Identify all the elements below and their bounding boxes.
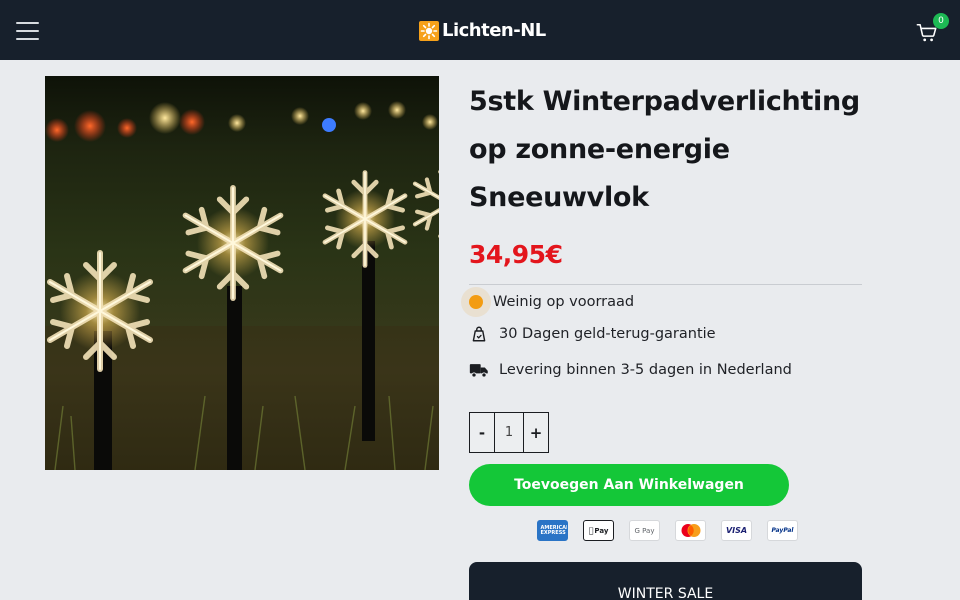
- logo-sun-icon: [419, 20, 439, 41]
- product-image[interactable]: [45, 76, 439, 470]
- guarantee-info: 30 Dagen geld-terug-garantie: [469, 324, 716, 344]
- site-header: Lichten-NL 0: [0, 0, 960, 60]
- product-title: 5stk Winterpadverlichting op zonne-energ…: [469, 86, 860, 213]
- quantity-increase-button[interactable]: +: [523, 413, 548, 452]
- stock-label: Weinig op voorraad: [493, 294, 635, 310]
- delivery-label: Levering binnen 3-5 dagen in Nederland: [499, 362, 792, 378]
- guarantee-label: 30 Dagen geld-terug-garantie: [499, 326, 716, 342]
- add-to-cart-button[interactable]: Toevoegen Aan Winkelwagen: [469, 464, 789, 506]
- hamburger-menu-icon[interactable]: [16, 20, 39, 40]
- paypal-icon: PayPal: [767, 520, 798, 541]
- american-express-icon: AMERICAN EXPRESS: [537, 520, 568, 541]
- delivery-truck-icon: [469, 360, 489, 380]
- cart-count-badge: 0: [933, 13, 949, 29]
- payment-methods: AMERICAN EXPRESS Pay G Pay VISA PayPal: [537, 520, 798, 541]
- stock-indicator-dot: [469, 295, 483, 309]
- mastercard-icon: [675, 520, 706, 541]
- apple-pay-icon: Pay: [583, 520, 614, 541]
- delivery-info: Levering binnen 3-5 dagen in Nederland: [469, 360, 792, 380]
- winter-sale-label: WINTER SALE: [617, 586, 714, 600]
- winter-sale-banner: WINTER SALE: [469, 562, 862, 600]
- quantity-input[interactable]: 1: [495, 413, 523, 452]
- site-logo[interactable]: Lichten-NL: [419, 20, 546, 41]
- stock-status: Weinig op voorraad: [469, 294, 634, 310]
- money-back-bag-icon: [469, 324, 489, 344]
- quantity-stepper: - 1 +: [469, 412, 549, 453]
- visa-icon: VISA: [721, 520, 752, 541]
- google-pay-icon: G Pay: [629, 520, 660, 541]
- quantity-decrease-button[interactable]: -: [470, 413, 495, 452]
- logo-text: Lichten-NL: [442, 20, 546, 41]
- divider: [469, 284, 862, 285]
- product-price: 34,95€: [469, 240, 563, 269]
